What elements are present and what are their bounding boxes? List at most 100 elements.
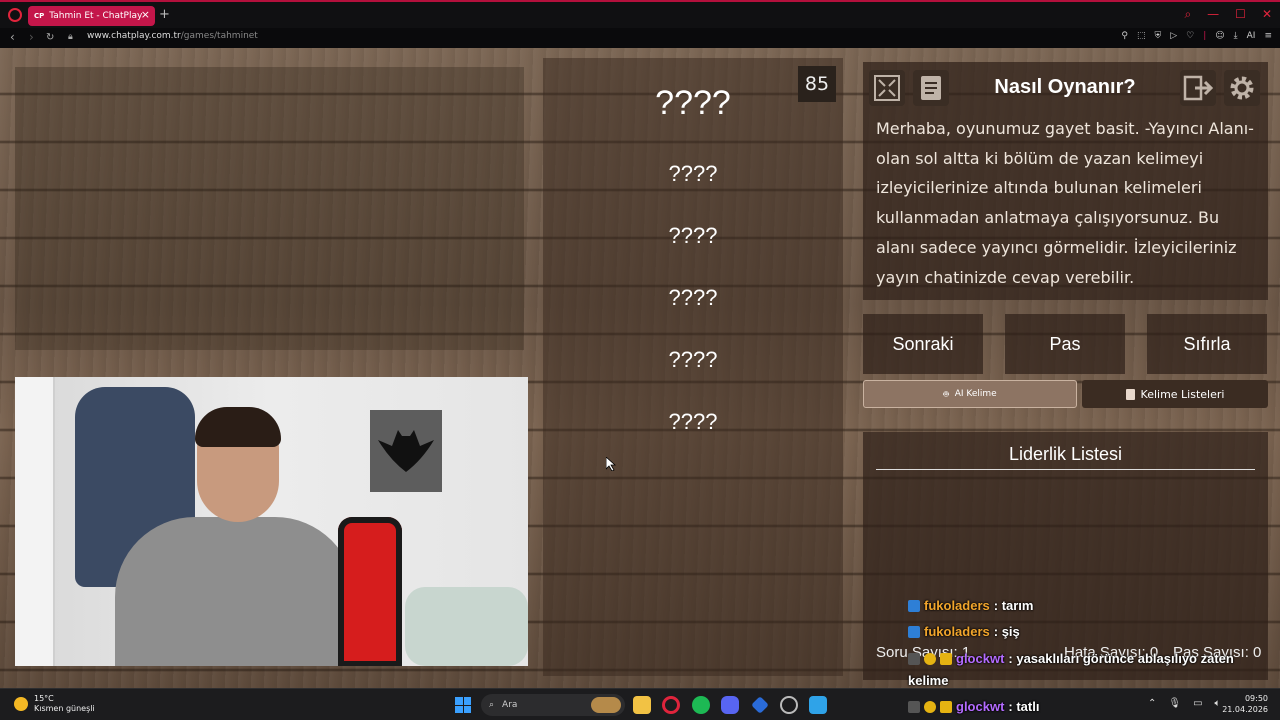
app-icon[interactable] — [751, 696, 769, 714]
search-icon: ⌕ — [489, 700, 495, 710]
window-controls: ⌕ — ☐ ✕ — [1184, 7, 1272, 22]
leaderboard-title: Liderlik Listesi — [876, 444, 1255, 470]
ai-word-tab[interactable]: 🤖︎ AI Kelime — [863, 380, 1077, 408]
new-tab-icon[interactable]: + — [159, 7, 170, 22]
address-toolbar: ⚲ ⬚ ⛨ ▷ ♡ | ☺ ⤓ AI ≡ — [1121, 31, 1272, 41]
pin-icon[interactable]: ⚲ — [1121, 31, 1128, 41]
opera-taskbar-icon[interactable] — [662, 696, 680, 714]
chat-username: glockwt — [956, 651, 1005, 666]
url-path: /games/tahminet — [180, 31, 258, 41]
forbidden-word-2: ???? — [668, 223, 718, 248]
chat-username: glockwt — [956, 699, 1005, 714]
how-to-play-title: Nasıl Oynanır? — [994, 76, 1136, 98]
search-placeholder: Ara — [502, 700, 518, 710]
favicon-icon: CP — [34, 12, 45, 20]
chat-message: glockwt : yasaklıları görünce ablaşılıyo… — [908, 651, 1234, 666]
chat-text: : tatlı — [1008, 699, 1040, 714]
pillow — [405, 587, 528, 666]
logout-icon[interactable] — [1180, 70, 1216, 106]
microphone — [338, 517, 402, 666]
shield-icon[interactable]: ⛨ — [1154, 31, 1161, 41]
minimize-icon[interactable]: — — [1207, 7, 1219, 22]
streamer-area-panel — [15, 67, 524, 350]
close-window-icon[interactable]: ✕ — [1262, 7, 1272, 22]
back-icon[interactable]: ‹ — [10, 30, 15, 44]
browser-tab[interactable]: CP Tahmin Et - ChatPlay × — [28, 6, 155, 26]
list-icon — [1125, 388, 1135, 400]
weather-widget[interactable]: 15°C Kısmen güneşli — [14, 694, 95, 714]
clock[interactable]: 09:50 21.04.2026 — [1222, 693, 1268, 715]
word-lists-label: Kelime Listeleri — [1140, 387, 1225, 401]
chevron-up-icon[interactable]: ⌃ — [1148, 698, 1156, 709]
streamer-person — [115, 407, 355, 666]
play-icon[interactable]: ▷ — [1170, 31, 1177, 41]
discord-icon[interactable] — [721, 696, 739, 714]
mouse-cursor-icon — [606, 457, 616, 471]
chat-username: fukoladers — [924, 598, 990, 613]
forbidden-word-4: ???? — [668, 347, 718, 372]
search-highlight-icon — [591, 697, 621, 713]
chat-badge-icon — [924, 652, 936, 665]
system-tray: ⌃ 🎙︎ ▭ 🔈︎ — [1148, 698, 1221, 709]
next-button[interactable]: Sonraki — [863, 314, 983, 374]
search-tabs-icon[interactable]: ⌕ — [1184, 7, 1191, 22]
maximize-icon[interactable]: ☐ — [1235, 7, 1246, 22]
file-explorer-icon[interactable] — [633, 696, 651, 714]
chat-message: glockwt : tatlı — [908, 699, 1039, 714]
fullscreen-icon[interactable] — [869, 70, 905, 106]
url-field[interactable]: www.chatplay.com.tr/games/tahminet — [87, 31, 258, 41]
opera-logo-icon[interactable] — [8, 8, 22, 22]
word-lists-tab[interactable]: Kelime Listeleri — [1082, 380, 1268, 408]
chat-message: fukoladers : şiş — [908, 624, 1020, 639]
chat-username: fukoladers — [924, 624, 990, 639]
microphone-icon[interactable]: 🎙︎ — [1168, 698, 1181, 709]
menu-icon[interactable]: ≡ — [1264, 31, 1272, 41]
document-icon[interactable] — [913, 70, 949, 106]
snapshot-icon[interactable]: ⬚ — [1137, 31, 1146, 41]
chat-badge-icon — [908, 652, 920, 665]
pass-button[interactable]: Pas — [1005, 314, 1125, 374]
spotify-icon[interactable] — [692, 696, 710, 714]
chat-text: : şiş — [993, 624, 1020, 639]
ai-button[interactable]: AI — [1247, 31, 1256, 41]
reset-button[interactable]: Sıfırla — [1147, 314, 1267, 374]
weather-desc: Kısmen güneşli — [34, 704, 95, 713]
obs-icon[interactable] — [780, 696, 798, 714]
windows-start-icon[interactable] — [455, 697, 471, 713]
settings-gear-icon[interactable] — [1224, 70, 1260, 106]
chat-badge-icon — [940, 652, 952, 665]
chat-text: : yasaklıları görünce ablaşılıyo zaten — [1008, 651, 1234, 666]
network-icon[interactable]: ▭ — [1193, 698, 1202, 709]
batman-poster — [370, 410, 442, 492]
chat-badge-icon — [908, 599, 920, 612]
chat-app-icon[interactable] — [809, 696, 827, 714]
taskbar-search[interactable]: ⌕ Ara — [481, 694, 625, 716]
weather-temp: 15°C — [34, 694, 54, 703]
reload-icon[interactable]: ↻ — [46, 32, 54, 43]
lock-icon: 🔒︎ — [68, 32, 73, 42]
weather-sun-icon — [14, 697, 28, 711]
browser-tab-bar: CP Tahmin Et - ChatPlay × + ⌕ — ☐ ✕ — [0, 0, 1280, 28]
url-host: www.chatplay.com.tr — [87, 31, 181, 41]
volume-icon[interactable]: 🔈︎ — [1215, 698, 1221, 709]
forward-icon[interactable]: › — [29, 30, 34, 44]
main-word: ???? — [655, 84, 731, 122]
chat-text: : tarım — [993, 598, 1034, 613]
how-to-play-text: Merhaba, oyunumuz gayet basit. -Yayıncı … — [876, 119, 1254, 287]
ai-word-label: AI Kelime — [954, 389, 997, 399]
robot-icon: 🤖︎ — [943, 389, 949, 400]
account-icon[interactable]: ☺ — [1215, 31, 1224, 41]
chat-message-continued: kelime — [908, 673, 948, 688]
door — [15, 377, 55, 666]
download-icon[interactable]: ⤓ — [1234, 31, 1238, 41]
tab-close-icon[interactable]: × — [141, 8, 150, 21]
clock-date: 21.04.2026 — [1222, 705, 1268, 714]
forbidden-word-1: ???? — [668, 161, 718, 186]
chat-badge-icon — [908, 625, 920, 638]
chat-message: fukoladers : tarım — [908, 598, 1033, 613]
chat-badge-icon — [924, 700, 936, 713]
forbidden-word-3: ???? — [668, 285, 718, 310]
chat-text: kelime — [908, 673, 949, 688]
heart-icon[interactable]: ♡ — [1186, 31, 1194, 41]
windows-taskbar: 15°C Kısmen güneşli ⌕ Ara glockwt : tatl… — [0, 688, 1280, 720]
